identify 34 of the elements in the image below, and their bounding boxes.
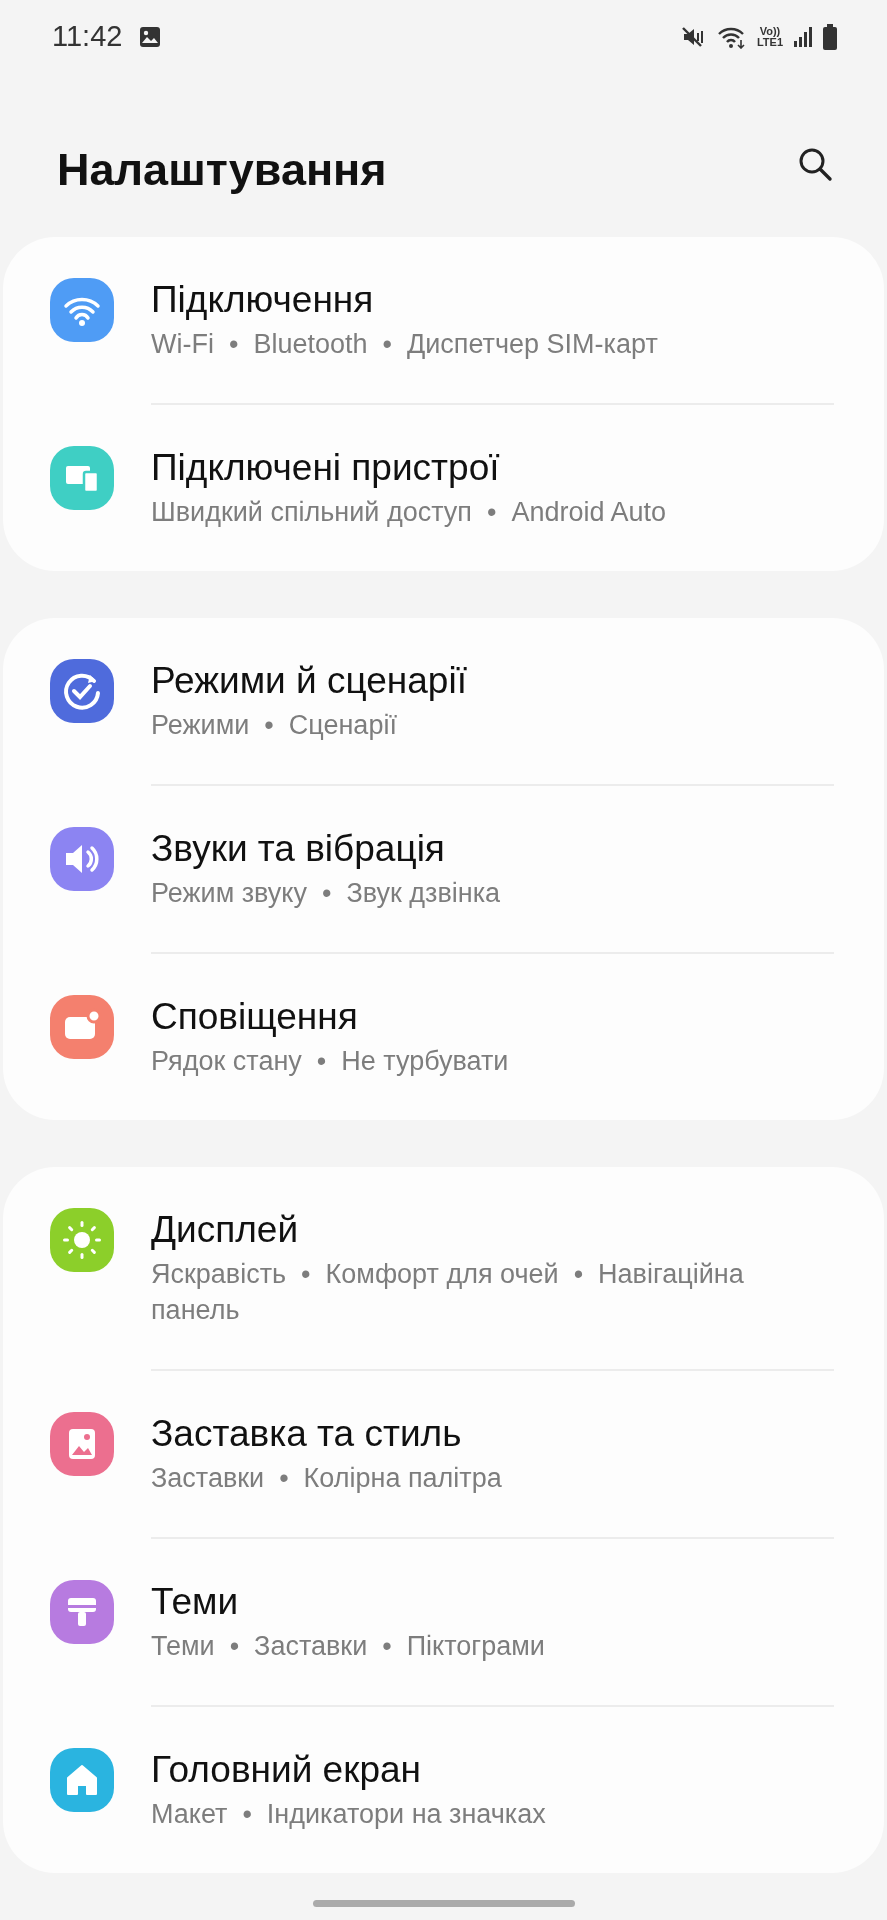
item-subtitle: Заставки • Колірна палітра	[151, 1462, 502, 1495]
item-title: Головний екран	[151, 1748, 422, 1792]
item-title: Підключені пристрої	[151, 446, 501, 490]
settings-item[interactable]: Дисплей Яскравість • Комфорт для очей • Навігаційна панель	[3, 1167, 884, 1369]
item-title: Звуки та вібрація	[151, 827, 446, 871]
item-subtitle: Режим звуку • Звук дзвінка	[151, 877, 501, 910]
battery-icon	[823, 23, 837, 50]
item-subtitle: Wi-Fi • Bluetooth • Диспетчер SIM-карт	[151, 328, 658, 361]
settings-item[interactable]: Сповіщення Рядок стану • Не турбувати	[3, 954, 884, 1120]
signal-icon	[793, 24, 813, 49]
settings-item[interactable]: Режими й сценарії Режими • Сценарії	[3, 618, 884, 784]
item-title: Режими й сценарії	[151, 659, 467, 703]
item-title: Теми	[151, 1580, 240, 1624]
item-title: Заставка та стиль	[151, 1412, 463, 1456]
settings-item[interactable]: Заставка та стиль Заставки • Колірна палітра	[3, 1371, 884, 1537]
status-time: 11:42	[52, 20, 123, 54]
item-title: Дисплей	[151, 1208, 300, 1252]
settings-item[interactable]: Підключені пристрої Швидкий спільний доступ • Android Auto	[3, 405, 884, 571]
page-title: Налаштування	[57, 143, 387, 196]
settings-item[interactable]: Підключення Wi-Fi • Bluetooth • Диспетчер SIM-карт	[3, 237, 884, 403]
item-subtitle: Теми • Заставки • Піктограми	[151, 1630, 545, 1663]
network-label: Vo)) LTE1	[756, 25, 783, 48]
item-title: Підключення	[151, 278, 375, 322]
settings-item[interactable]: Головний екран Макет • Індикатори на значках	[3, 1707, 884, 1873]
item-subtitle: Макет • Індикатори на значках	[151, 1798, 546, 1831]
settings-item[interactable]: Теми Теми • Заставки • Піктограми	[3, 1539, 884, 1705]
navigation-handle[interactable]	[313, 1900, 575, 1907]
settings-item[interactable]: Звуки та вібрація Режим звуку • Звук дзвінка	[3, 786, 884, 952]
gallery-icon	[138, 24, 163, 49]
item-subtitle: Яскравість • Комфорт для очей • Навігаційна панель	[151, 1258, 745, 1327]
item-subtitle: Режими • Сценарії	[151, 709, 398, 742]
item-title: Сповіщення	[151, 995, 359, 1039]
item-subtitle: Рядок стану • Не турбувати	[151, 1045, 509, 1078]
item-subtitle: Швидкий спільний доступ • Android Auto	[151, 496, 667, 529]
